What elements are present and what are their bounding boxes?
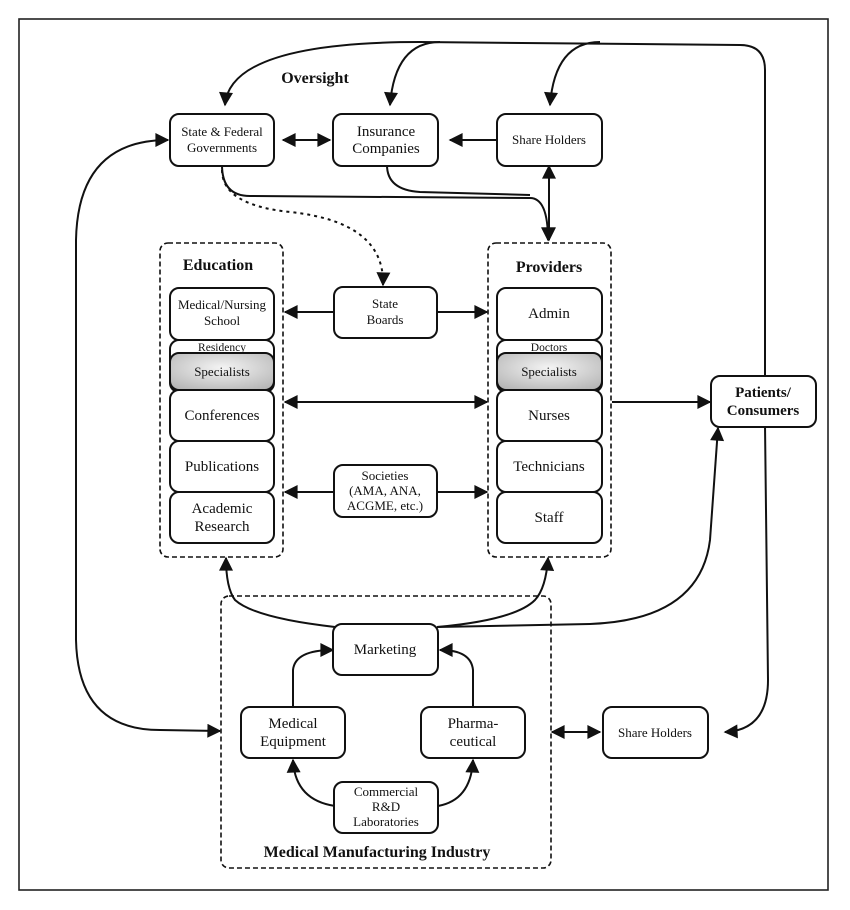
edge-rnd-equipment	[286, 758, 336, 807]
edge-top-to-shareholders	[544, 41, 601, 107]
societies-label-1: Societies	[362, 468, 409, 483]
node-shareholders-bottom[interactable]: Share Holders	[602, 706, 709, 759]
node-marketing[interactable]: Marketing	[332, 623, 439, 676]
edge-rnd-pharma	[437, 758, 480, 807]
equipment-label-2: Equipment	[260, 734, 327, 750]
node-rnd-labs[interactable]: Commercial R&D Laboratories	[333, 781, 439, 834]
insurance-label-2: Companies	[352, 141, 420, 157]
provider-item-technicians[interactable]: Technicians	[496, 440, 603, 493]
provider-item-nurses[interactable]: Nurses	[496, 389, 603, 442]
research-label-2: Research	[195, 519, 250, 535]
provider-item-admin[interactable]: Admin	[496, 287, 603, 341]
pharma-label-2: ceutical	[450, 734, 497, 750]
edge-marketing-providers	[436, 556, 555, 628]
edge-insurance-providers	[386, 164, 531, 196]
conferences-label: Conferences	[185, 408, 260, 424]
education-item-conferences[interactable]: Conferences	[169, 389, 275, 442]
prov-specialists-label: Specialists	[521, 364, 577, 379]
edge-top-to-governments	[219, 40, 766, 380]
providers-title: Providers	[516, 259, 582, 276]
governments-label-1: State & Federal	[181, 124, 263, 139]
education-title: Education	[183, 257, 253, 274]
edu-specialists-label: Specialists	[194, 364, 250, 379]
rnd-label-3: Laboratories	[353, 814, 419, 829]
education-items: Medical/Nursing School Residency Special…	[169, 287, 275, 544]
insurance-label-1: Insurance	[357, 124, 416, 140]
marketing-label: Marketing	[354, 642, 417, 658]
publications-label: Publications	[185, 459, 259, 475]
provider-items: Admin Doctors Specialists Nurses Technic…	[496, 287, 603, 544]
rnd-label-1: Commercial	[354, 784, 419, 799]
provider-item-staff[interactable]: Staff	[496, 491, 603, 544]
manufacturing-title: Medical Manufacturing Industry	[264, 844, 491, 861]
admin-label: Admin	[528, 306, 570, 322]
healthcare-system-diagram: Oversight Education Providers Medical Ma…	[18, 18, 829, 891]
node-shareholders-top[interactable]: Share Holders	[496, 113, 603, 167]
patients-label-1: Patients/	[735, 385, 792, 401]
education-item-publications[interactable]: Publications	[169, 440, 275, 493]
school-label-2: School	[204, 313, 241, 328]
research-label-1: Academic	[192, 501, 253, 517]
shareholders-top-label: Share Holders	[512, 132, 586, 147]
shareholders-bottom-label: Share Holders	[618, 725, 692, 740]
education-item-specialists[interactable]: Specialists	[169, 352, 275, 391]
nurses-label: Nurses	[528, 408, 570, 424]
patients-label-2: Consumers	[727, 403, 800, 419]
governments-label-2: Governments	[187, 140, 257, 155]
equipment-label-1: Medical	[268, 716, 317, 732]
provider-item-specialists[interactable]: Specialists	[496, 352, 603, 391]
edge-right-to-shareholders-bottom	[723, 424, 770, 739]
state-boards-label-2: Boards	[367, 312, 404, 327]
rnd-label-2: R&D	[372, 799, 400, 814]
school-label-1: Medical/Nursing	[178, 297, 267, 312]
edge-pharma-marketing	[438, 643, 474, 706]
node-state-boards[interactable]: State Boards	[333, 286, 438, 339]
edge-top-to-insurance	[384, 41, 441, 107]
state-boards-label-1: State	[372, 296, 398, 311]
node-pharmaceutical[interactable]: Pharma- ceutical	[420, 706, 526, 759]
node-medical-equipment[interactable]: Medical Equipment	[240, 706, 346, 759]
edge-marketing-education	[219, 556, 336, 628]
node-societies[interactable]: Societies (AMA, ANA, ACGME, etc.)	[333, 464, 438, 518]
societies-label-3: ACGME, etc.)	[347, 498, 423, 513]
edge-equipment-marketing	[292, 643, 335, 706]
education-item-school[interactable]: Medical/Nursing School	[169, 287, 275, 341]
education-item-research[interactable]: Academic Research	[169, 491, 275, 544]
node-governments[interactable]: State & Federal Governments	[169, 113, 275, 167]
node-patients[interactable]: Patients/ Consumers	[710, 375, 817, 428]
edge-governments-providers	[221, 164, 555, 242]
oversight-title: Oversight	[281, 70, 349, 87]
technicians-label: Technicians	[513, 459, 585, 475]
node-insurance[interactable]: Insurance Companies	[332, 113, 439, 167]
societies-label-2: (AMA, ANA,	[349, 483, 421, 498]
pharma-label-1: Pharma-	[448, 716, 499, 732]
staff-label: Staff	[535, 510, 564, 526]
